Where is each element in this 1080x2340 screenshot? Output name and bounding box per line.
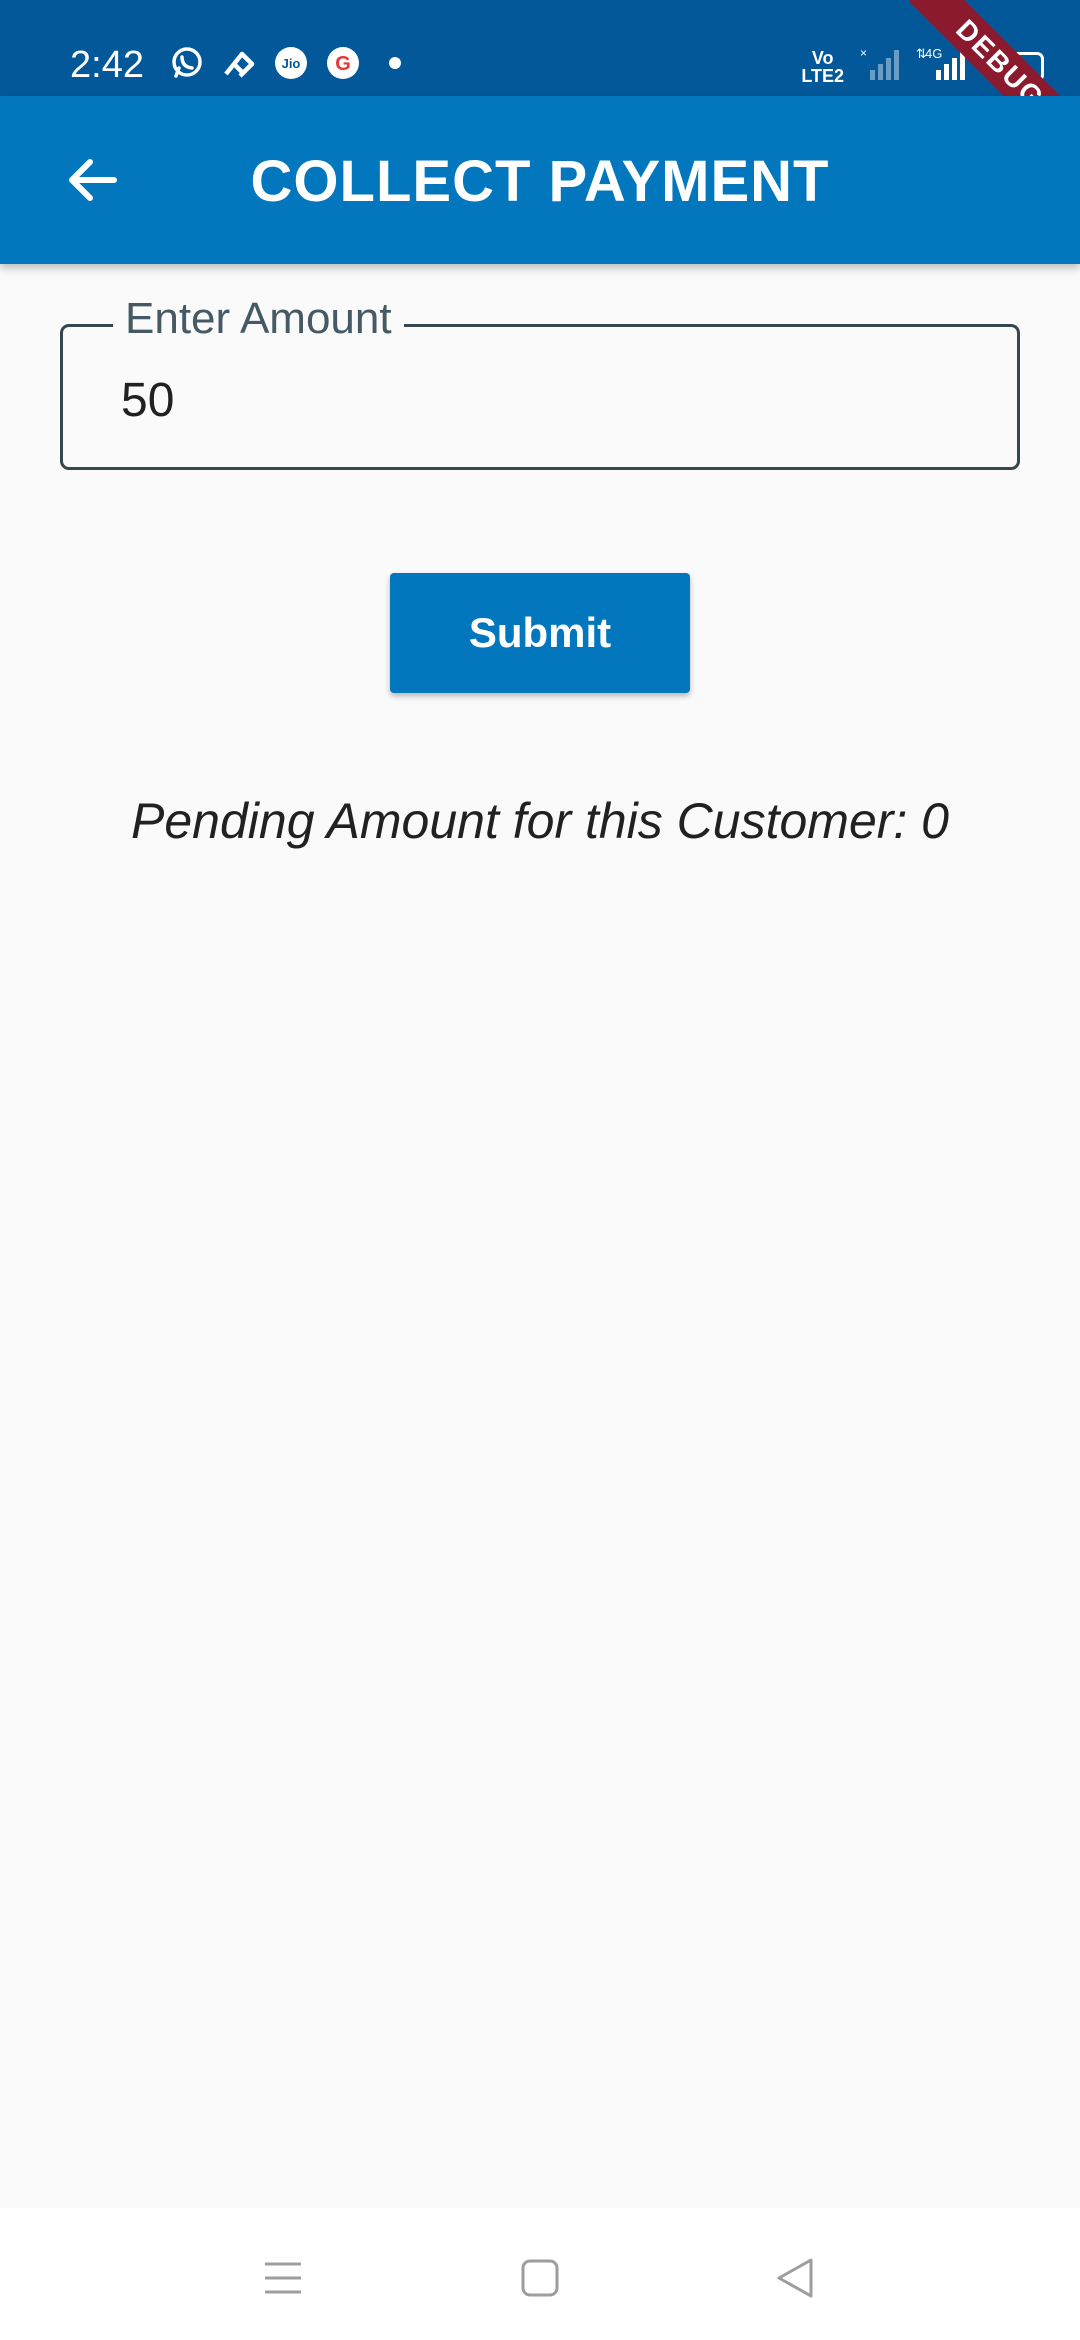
amount-input[interactable] <box>121 365 981 435</box>
notification-icons: Jio G <box>168 44 414 82</box>
menu-icon <box>265 2262 301 2294</box>
back-icon <box>777 2258 813 2298</box>
google-icon: G <box>324 44 362 82</box>
amount-field[interactable]: Enter Amount <box>60 294 1020 470</box>
battery-level: 33 <box>1003 55 1027 78</box>
dot-icon <box>376 44 414 82</box>
network-label: 4G <box>925 46 942 61</box>
phonepe-icon <box>220 44 258 82</box>
status-time: 2:42 <box>70 44 144 86</box>
signal-sim2-icon: ⇅ 4G <box>916 46 972 87</box>
volte-label-bottom: LTE2 <box>801 65 844 86</box>
pending-amount-text: Pending Amount for this Customer: 0 <box>131 793 949 849</box>
nav-menu-button[interactable] <box>243 2238 323 2318</box>
signal-sim1-icon: × <box>858 46 902 87</box>
nav-home-button[interactable] <box>500 2238 580 2318</box>
svg-text:Jio: Jio <box>282 56 301 71</box>
whatsapp-icon <box>168 44 206 82</box>
status-bar: 2:42 Jio G Vo LTE2 × ⇅ 4G 33 DEBUG <box>0 0 1080 170</box>
battery-icon: 33 <box>986 51 1044 82</box>
home-icon <box>521 2259 559 2297</box>
volte-label-top: Vo <box>811 47 834 68</box>
app-bar: COLLECT PAYMENT <box>0 96 1080 264</box>
amount-field-label: Enter Amount <box>113 294 404 344</box>
svg-text:G: G <box>335 53 351 75</box>
submit-button[interactable]: Submit <box>390 573 690 693</box>
volte-indicator: Vo LTE2 <box>801 49 844 85</box>
page-title: COLLECT PAYMENT <box>250 149 830 214</box>
jio-icon: Jio <box>272 44 310 82</box>
navigation-bar <box>0 2208 1080 2340</box>
svg-text:×: × <box>860 46 867 60</box>
system-icons: Vo LTE2 × ⇅ 4G 33 <box>801 46 1044 87</box>
nav-back-button[interactable] <box>755 2238 835 2318</box>
